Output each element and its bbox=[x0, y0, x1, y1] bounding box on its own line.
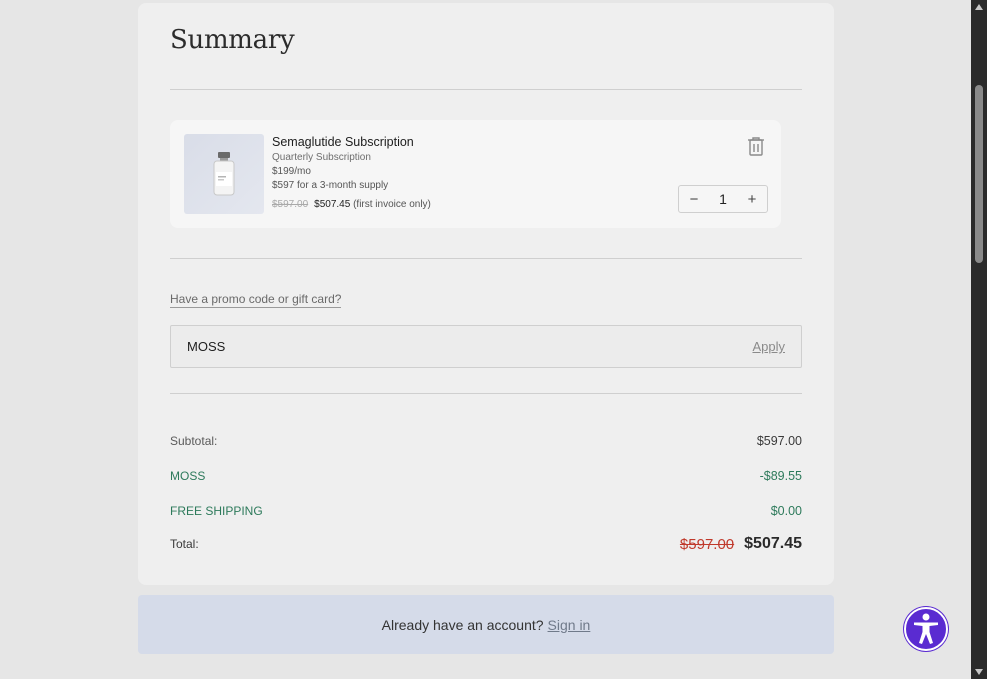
trash-icon bbox=[748, 137, 764, 156]
scrollbar-thumb[interactable] bbox=[975, 85, 983, 263]
product-supply: $597 for a 3-month supply bbox=[272, 180, 389, 191]
discount-row: MOSS -$89.55 bbox=[170, 469, 802, 483]
total-row: Total: $597.00 $507.45 bbox=[170, 535, 802, 553]
subtotal-value: $597.00 bbox=[756, 434, 802, 448]
shipping-value: $0.00 bbox=[770, 504, 802, 518]
total-original: $597.00 bbox=[679, 535, 735, 553]
decrease-quantity-button[interactable]: − bbox=[687, 192, 701, 207]
cart-item: Semaglutide Subscription Quarterly Subsc… bbox=[170, 120, 781, 228]
discount-label: MOSS bbox=[170, 469, 206, 483]
price-note: (first invoice only) bbox=[353, 199, 431, 210]
scroll-up-button[interactable] bbox=[971, 0, 987, 14]
accessibility-button[interactable] bbox=[904, 607, 948, 651]
summary-title: Summary bbox=[170, 25, 295, 55]
triangle-up-icon bbox=[975, 4, 983, 10]
subtotal-label: Subtotal: bbox=[170, 434, 218, 448]
sign-in-link[interactable]: Sign in bbox=[548, 617, 591, 633]
original-price: $597.00 bbox=[272, 199, 309, 210]
vial-icon bbox=[213, 152, 235, 196]
shipping-label: FREE SHIPPING bbox=[170, 504, 263, 518]
product-monthly-price: $199/mo bbox=[272, 166, 311, 177]
increase-quantity-button[interactable]: + bbox=[745, 192, 759, 207]
product-info: Semaglutide Subscription Quarterly Subsc… bbox=[272, 134, 431, 212]
triangle-down-icon bbox=[975, 669, 983, 675]
product-name: Semaglutide Subscription bbox=[272, 135, 414, 149]
quantity-value: 1 bbox=[719, 191, 727, 207]
price-line: $597.00 $507.45 (first invoice only) bbox=[272, 198, 431, 212]
account-prompt: Already have an account? bbox=[381, 616, 544, 633]
remove-item-button[interactable] bbox=[747, 136, 765, 156]
product-plan: Quarterly Subscription bbox=[272, 152, 371, 163]
scrollbar[interactable] bbox=[971, 0, 987, 679]
divider bbox=[170, 89, 802, 90]
discount-value: -$89.55 bbox=[759, 469, 802, 483]
promo-code-input[interactable] bbox=[187, 326, 707, 367]
total-label: Total: bbox=[170, 537, 199, 551]
account-banner: Already have an account? Sign in bbox=[138, 595, 834, 654]
promo-code-box: Apply bbox=[170, 325, 802, 368]
quantity-stepper: − 1 + bbox=[678, 185, 768, 213]
total-amount: $507.45 bbox=[744, 535, 802, 552]
scroll-down-button[interactable] bbox=[971, 665, 987, 679]
summary-card: Summary Semaglutide Subscription Quarter… bbox=[138, 3, 834, 585]
subtotal-row: Subtotal: $597.00 bbox=[170, 434, 802, 448]
page: Summary Semaglutide Subscription Quarter… bbox=[0, 0, 971, 679]
divider bbox=[170, 258, 802, 259]
apply-promo-button[interactable]: Apply bbox=[752, 339, 785, 354]
accessibility-icon bbox=[914, 613, 938, 644]
shipping-row: FREE SHIPPING $0.00 bbox=[170, 504, 802, 518]
promo-code-toggle[interactable]: Have a promo code or gift card? bbox=[170, 292, 342, 308]
divider bbox=[170, 393, 802, 394]
product-image bbox=[184, 134, 264, 214]
total-values: $597.00 $507.45 bbox=[680, 535, 802, 553]
discounted-price: $507.45 bbox=[314, 199, 351, 210]
